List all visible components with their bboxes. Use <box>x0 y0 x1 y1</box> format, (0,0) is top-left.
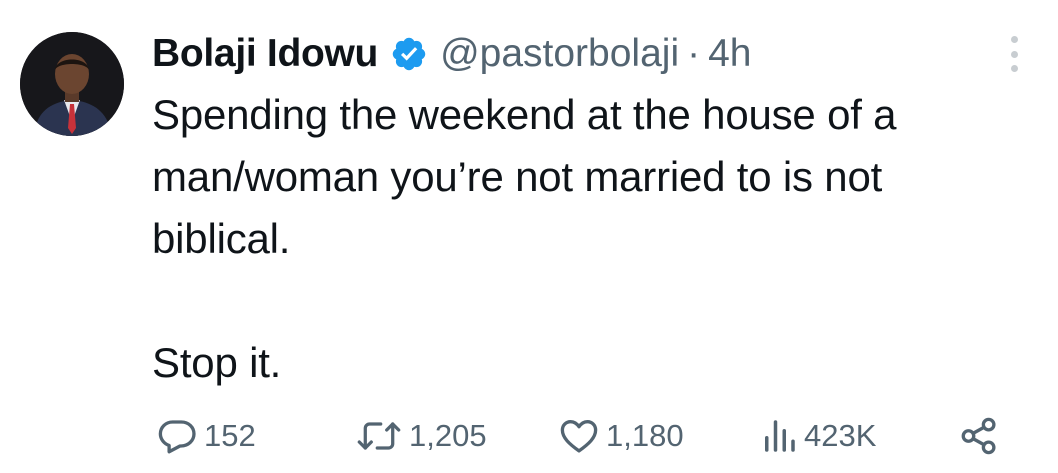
reply-count: 152 <box>204 418 256 453</box>
like-count: 1,180 <box>606 418 684 453</box>
reply-button[interactable]: 152 <box>156 408 256 464</box>
dot <box>1010 65 1018 72</box>
tweet-line: Stop it. <box>152 339 282 386</box>
tweet-timestamp[interactable]: 4h <box>708 32 751 76</box>
author-name[interactable]: Bolaji Idowu <box>152 32 378 76</box>
tweet-card[interactable]: Bolaji Idowu @pastorbolaji · 4h Spending… <box>0 0 1058 473</box>
author-handle[interactable]: @pastorbolaji <box>440 32 679 76</box>
views-count: 423K <box>804 418 877 453</box>
action-bar: 152 1,205 1,180 423K <box>0 408 1058 464</box>
tweet-line: Spending the weekend at the house of a <box>152 91 897 138</box>
avatar-image <box>20 32 124 136</box>
heart-icon <box>560 419 598 453</box>
retweet-arrows-icon <box>357 422 401 450</box>
like-button[interactable]: 1,180 <box>558 408 684 464</box>
bar-chart-icon <box>765 420 795 452</box>
retweet-button[interactable]: 1,205 <box>355 408 487 464</box>
tweet-text: Spending the weekend at the house of a m… <box>152 84 1032 394</box>
speech-bubble-icon <box>158 420 196 454</box>
more-options-icon[interactable] <box>1005 36 1023 72</box>
tweet-header: Bolaji Idowu @pastorbolaji · 4h <box>152 26 752 82</box>
share-nodes-icon <box>961 417 996 455</box>
dot <box>1010 50 1018 58</box>
verified-badge-icon <box>390 35 428 73</box>
views-button[interactable]: 423K <box>760 408 876 464</box>
tweet-line: biblical. <box>152 215 291 262</box>
tweet-line: man/woman you’re not married to is not <box>152 153 883 200</box>
dot <box>1010 36 1018 43</box>
share-button[interactable] <box>958 408 1000 464</box>
retweet-count: 1,205 <box>409 418 487 453</box>
meta-separator: · <box>687 32 701 75</box>
avatar[interactable] <box>20 32 124 136</box>
